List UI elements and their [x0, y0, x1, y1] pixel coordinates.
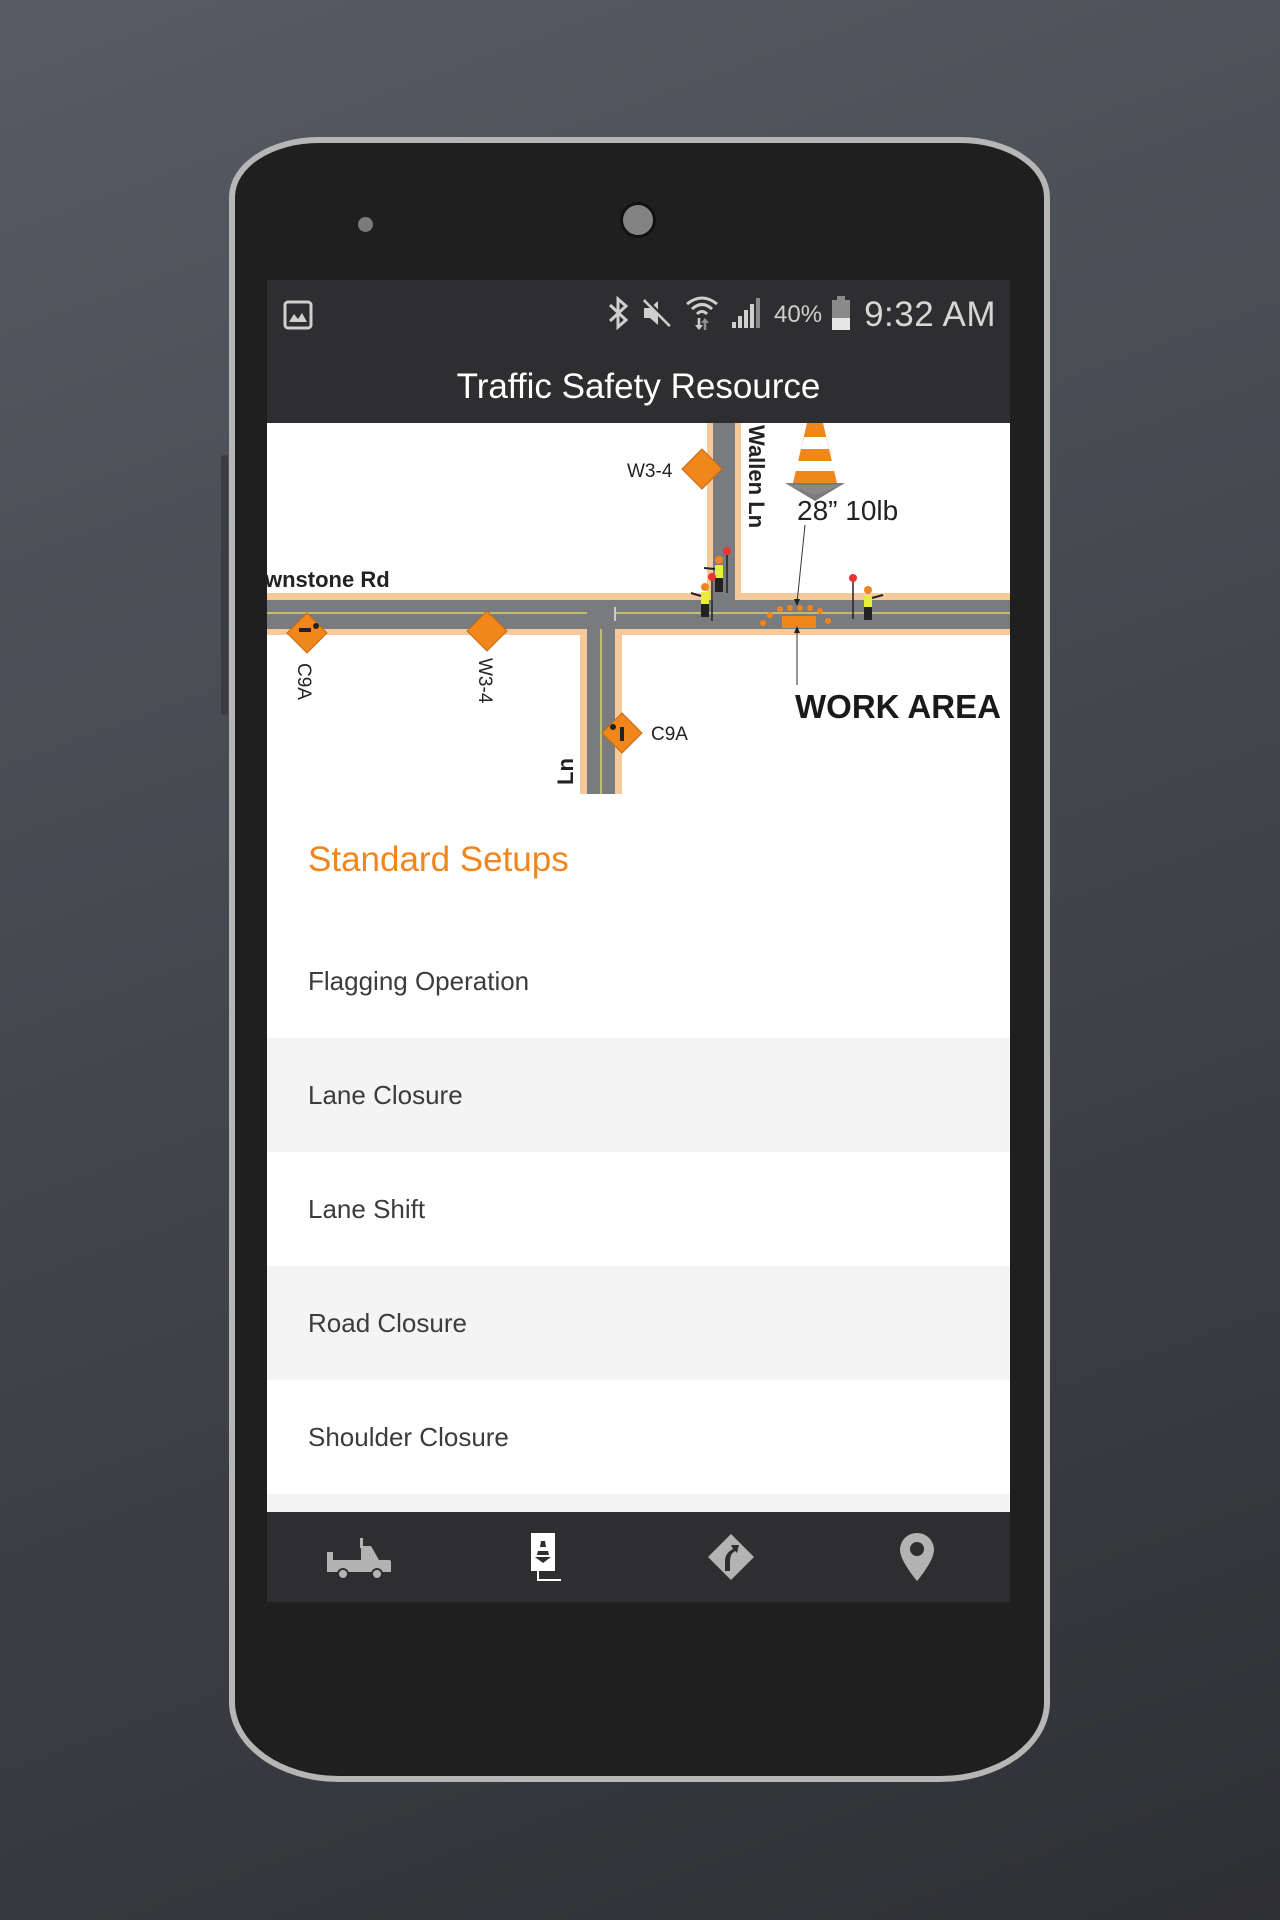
tab-setups[interactable] — [453, 1512, 639, 1602]
svg-text:C9A: C9A — [293, 663, 314, 700]
image-notification-icon — [283, 300, 313, 335]
svg-text:W3-4: W3-4 — [474, 658, 495, 704]
battery-icon — [832, 295, 851, 335]
cone-illustration: 28” 10lb — [785, 423, 898, 526]
bottom-tab-bar — [267, 1512, 1010, 1602]
status-time: 9:32 AM — [864, 295, 996, 334]
list-item-lane-shift[interactable]: Lane Shift — [267, 1152, 1010, 1266]
setup-diagram-image: wnstone Rd Wallen Ln Ln W3-4 C9A W3-4 C9… — [267, 423, 1010, 794]
svg-text:W3-4: W3-4 — [627, 461, 673, 482]
phone-screen: 40% 9:32 AM Traffic Safety Resource wnst… — [267, 280, 1010, 1602]
svg-text:C9A: C9A — [651, 724, 688, 745]
section-title: Standard Setups — [308, 840, 569, 879]
signal-icon — [730, 296, 764, 335]
mute-icon — [640, 296, 674, 335]
app-bar: Traffic Safety Resource — [267, 350, 1010, 423]
app-title: Traffic Safety Resource — [456, 366, 821, 406]
tab-truck[interactable] — [267, 1512, 453, 1602]
cone-spec-label: 28” 10lb — [797, 495, 898, 526]
status-bar: 40% 9:32 AM — [267, 280, 1010, 350]
setups-list: Flagging Operation Lane Closure Lane Shi… — [267, 924, 1010, 1513]
phone-sensor — [358, 217, 373, 232]
road-label-wallen: Wallen Ln — [744, 425, 769, 528]
tab-location[interactable] — [824, 1512, 1010, 1602]
sign-w3-4-top: W3-4 — [627, 448, 723, 490]
truck-icon — [326, 1534, 393, 1580]
list-item-lane-closure[interactable]: Lane Closure — [267, 1038, 1010, 1152]
bluetooth-icon — [606, 295, 630, 335]
wifi-icon — [684, 294, 720, 337]
road-label-ln: Ln — [553, 758, 578, 785]
list-item-next-partial[interactable] — [267, 1494, 1010, 1513]
list-item-shoulder-closure[interactable]: Shoulder Closure — [267, 1380, 1010, 1494]
road-label-wnstone: wnstone Rd — [267, 567, 390, 592]
sign-w3-4-left: W3-4 — [466, 610, 508, 704]
main-road — [267, 600, 1010, 629]
tab-signs[interactable] — [639, 1512, 825, 1602]
battery-percent: 40% — [774, 301, 823, 328]
map-pin-icon — [900, 1533, 935, 1581]
phone-front-camera — [620, 202, 656, 238]
road-sign-icon — [707, 1533, 755, 1581]
phone-side-button — [221, 455, 228, 715]
list-item-road-closure[interactable]: Road Closure — [267, 1266, 1010, 1380]
work-area-label: WORK AREA — [795, 688, 1001, 725]
list-item-flagging-operation[interactable]: Flagging Operation — [267, 924, 1010, 1038]
cone-document-icon — [530, 1533, 561, 1581]
